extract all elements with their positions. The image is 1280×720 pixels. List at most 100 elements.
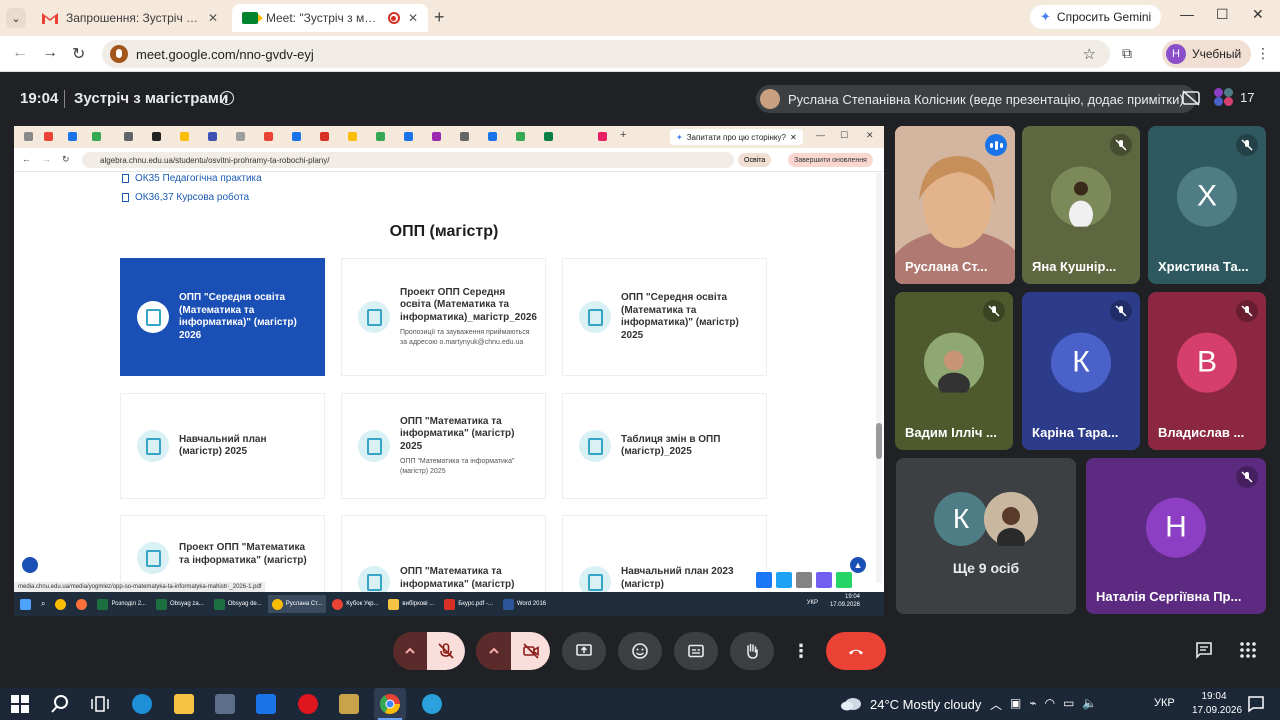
- chat-button[interactable]: [1194, 640, 1214, 665]
- more-options-button[interactable]: ⋮: [786, 632, 816, 670]
- telegram-icon[interactable]: [422, 694, 442, 714]
- store-icon[interactable]: [215, 694, 235, 714]
- mic-off-button[interactable]: [427, 632, 465, 670]
- forward-arrow-icon[interactable]: →: [42, 154, 51, 164]
- mic-options-chevron-icon[interactable]: [393, 632, 428, 670]
- close-icon[interactable]: ✕: [408, 11, 418, 25]
- minimize-icon[interactable]: —: [1180, 6, 1194, 22]
- profile-button[interactable]: Н Учебный: [1162, 40, 1252, 68]
- close-window-icon[interactable]: ✕: [866, 130, 874, 141]
- close-icon[interactable]: ✕: [208, 11, 218, 25]
- maximize-icon[interactable]: ☐: [1216, 6, 1229, 23]
- camera-off-button[interactable]: [511, 632, 550, 670]
- battery-icon[interactable]: ▭: [1063, 696, 1074, 713]
- opp-card[interactable]: ОПП "Математика та інформатика" (магістр…: [341, 393, 546, 499]
- link-text: ОК35 Педагогічна практика: [135, 173, 262, 184]
- chrome-taskbar-button[interactable]: [374, 688, 406, 720]
- gemini-button[interactable]: ✦ Спросить Gemini: [1030, 5, 1162, 29]
- email-icon[interactable]: [796, 572, 812, 588]
- address-bar[interactable]: meet.google.com/nno-gvdv-eyj ☆: [102, 40, 1110, 68]
- meet-tray-icon[interactable]: ▣: [1010, 696, 1021, 713]
- close-icon[interactable]: ✕: [790, 133, 797, 142]
- chevron-up-icon[interactable]: ︿: [990, 696, 1002, 713]
- update-button[interactable]: Завершити оновлення: [788, 153, 873, 167]
- scrollbar-thumb[interactable]: [876, 423, 882, 459]
- opp-card[interactable]: Проект ОПП Середня освіта (Математика та…: [341, 258, 546, 376]
- minimize-icon[interactable]: —: [816, 130, 825, 140]
- opp-card[interactable]: ОПП "Математика та інформатика" (магістр…: [341, 515, 546, 592]
- weather-text: 24°C Mostly cloudy: [870, 697, 982, 712]
- emoji-button[interactable]: [618, 632, 662, 670]
- clock[interactable]: 19:04 17.09.2026: [1192, 690, 1242, 718]
- camera-options-chevron-icon[interactable]: [476, 632, 512, 670]
- close-window-icon[interactable]: ✕: [1252, 6, 1264, 23]
- viber-icon[interactable]: [816, 572, 832, 588]
- windows-start-icon[interactable]: [10, 694, 30, 714]
- captions-off-icon[interactable]: [1182, 90, 1200, 110]
- forward-arrow-icon[interactable]: →: [42, 44, 58, 62]
- participant-tile[interactable]: Вадим Ілліч ...: [895, 292, 1013, 450]
- opp-card[interactable]: Навчальний план 2023 (магістр): [562, 515, 767, 592]
- volume-icon[interactable]: 🔈: [1082, 696, 1097, 713]
- browser-menu-icon[interactable]: ⋮: [1256, 45, 1270, 62]
- tab-search-chevron-icon[interactable]: ⌄: [6, 8, 26, 28]
- opp-card[interactable]: Таблиця змін в ОПП (магістр)_2025: [562, 393, 767, 499]
- tab-invitation[interactable]: Запрошення: Зустріч з магістр ✕: [32, 4, 228, 32]
- fingerprint-icon[interactable]: [22, 557, 38, 573]
- twitter-icon[interactable]: [776, 572, 792, 588]
- maximize-icon[interactable]: ☐: [840, 130, 848, 141]
- bookmark-star-icon[interactable]: ☆: [1083, 45, 1096, 63]
- file-explorer-icon[interactable]: [174, 694, 194, 714]
- participant-tile[interactable]: Н Наталія Сергіївна Пр...: [1086, 458, 1266, 614]
- task-view-icon[interactable]: [90, 694, 110, 714]
- participant-tile[interactable]: К Каріна Тара...: [1022, 292, 1140, 450]
- captions-button[interactable]: [674, 632, 718, 670]
- leave-call-button[interactable]: [826, 632, 886, 670]
- participant-tile[interactable]: Руслана Ст...: [895, 126, 1015, 284]
- notifications-icon[interactable]: [1246, 694, 1266, 714]
- scrollbar[interactable]: [876, 173, 882, 583]
- participant-tile[interactable]: Х Христина Та...: [1148, 126, 1266, 284]
- tab-meet[interactable]: Meet: "Зустріч з магістрами" ✕: [232, 4, 428, 32]
- participant-tile[interactable]: Яна Кушнір...: [1022, 126, 1140, 284]
- weather-widget[interactable]: 24°C Mostly cloudy: [840, 695, 981, 714]
- raise-hand-button[interactable]: [730, 632, 774, 670]
- paint-icon[interactable]: [339, 694, 359, 714]
- wifi-icon[interactable]: ◠: [1045, 696, 1055, 713]
- mic-off-icon: [1110, 134, 1132, 156]
- search-icon[interactable]: [50, 694, 70, 714]
- reload-icon[interactable]: ↻: [62, 154, 70, 165]
- new-tab-plus-icon[interactable]: +: [620, 129, 626, 141]
- avatar: В: [1177, 332, 1237, 393]
- edge-icon[interactable]: [132, 694, 152, 714]
- info-icon[interactable]: i: [220, 91, 234, 105]
- language-indicator[interactable]: УКР: [1154, 697, 1175, 709]
- link-ok36[interactable]: ОК36,37 Курсова робота: [122, 192, 249, 203]
- people-button[interactable]: 17: [1214, 88, 1254, 106]
- activities-button[interactable]: [1238, 640, 1258, 665]
- back-arrow-icon[interactable]: ←: [12, 44, 28, 62]
- back-arrow-icon[interactable]: ←: [22, 154, 31, 164]
- gemini-button[interactable]: ✦ Запитати про цю сторінку? ✕: [670, 129, 803, 145]
- opp-card[interactable]: Проект ОПП "Математика та інформатика" (…: [120, 515, 325, 592]
- link-ok35[interactable]: ОК35 Педагогічна практика: [122, 173, 262, 184]
- presenter-chip[interactable]: Руслана Степанівна Колісник (веде презен…: [756, 85, 1196, 113]
- present-screen-button[interactable]: [562, 632, 606, 670]
- reload-icon[interactable]: ↻: [72, 44, 85, 64]
- tab-icon: [404, 132, 413, 141]
- opp-card[interactable]: Навчальний план (магістр) 2025: [120, 393, 325, 499]
- more-participants-tile[interactable]: К Ще 9 осіб: [896, 458, 1076, 614]
- participant-tile[interactable]: В Владислав ...: [1148, 292, 1266, 450]
- profile-button[interactable]: Освіта: [738, 153, 772, 167]
- mail-icon[interactable]: [256, 694, 276, 714]
- new-tab-plus-icon[interactable]: +: [434, 7, 445, 28]
- network-icon[interactable]: ⌁: [1029, 696, 1036, 713]
- extensions-puzzle-icon[interactable]: ⧉: [1122, 45, 1132, 62]
- opera-icon[interactable]: [298, 694, 318, 714]
- opp-card[interactable]: ОПП "Середня освіта (Математика та інфор…: [120, 258, 325, 376]
- opp-card[interactable]: ОПП "Середня освіта (Математика та інфор…: [562, 258, 767, 376]
- whatsapp-icon[interactable]: [836, 572, 852, 588]
- facebook-icon[interactable]: [756, 572, 772, 588]
- scroll-up-icon[interactable]: ▲: [850, 557, 866, 573]
- address-bar[interactable]: algebra.chnu.edu.ua/studentu/osvitni-pro…: [82, 152, 734, 168]
